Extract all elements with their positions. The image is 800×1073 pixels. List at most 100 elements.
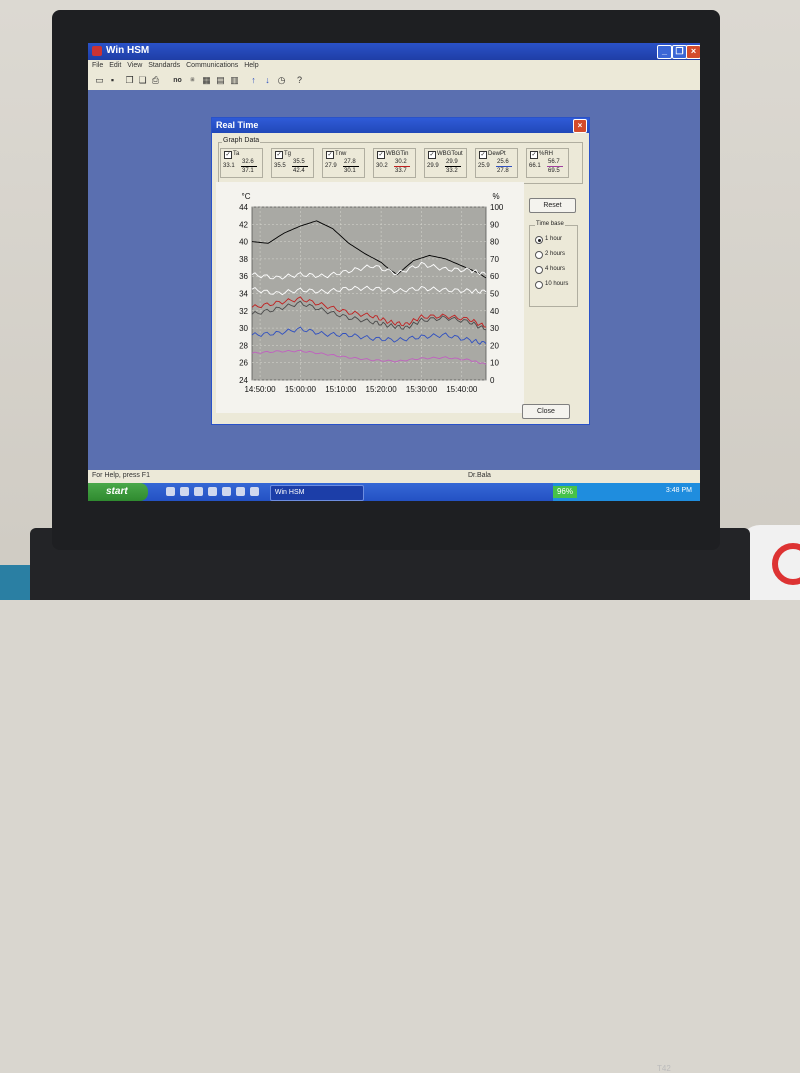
time-base-group: Time base 1 hour 2 hours 4 hours 10 hour… — [529, 221, 578, 307]
x-tick-label: 15:30:00 — [406, 385, 438, 394]
menu-communications[interactable]: Communications — [186, 62, 238, 69]
variable-checkbox[interactable]: ✓ — [275, 151, 283, 159]
y2-tick-label: 60 — [490, 272, 499, 281]
radio-2-hours[interactable] — [535, 251, 543, 259]
variable-name: WBGTout — [437, 151, 463, 157]
variable-min: 27.8 — [497, 168, 509, 174]
time-base-label: Time base — [535, 221, 565, 227]
realtime-chart: 24 26 28 30 32 34 36 38 40 42 44 0 10 20 30 40 50 60 70 80 9… — [216, 182, 524, 413]
y-tick-label: 30 — [239, 324, 248, 333]
variable-current: 29.9 — [427, 163, 439, 169]
copy-icon[interactable]: ❐ — [124, 75, 135, 86]
y-axis-unit: °C — [242, 192, 251, 201]
open-icon[interactable]: ▭ — [94, 75, 105, 86]
variable-name: Tg — [284, 151, 292, 157]
quicklaunch-icon[interactable] — [236, 487, 245, 496]
variable-checkbox[interactable]: ✓ — [224, 151, 232, 159]
radio-10-hours-label: 10 hours — [545, 281, 569, 287]
task-label: Win HSM — [274, 489, 305, 496]
quicklaunch-icon[interactable] — [194, 487, 203, 496]
variable-checkbox[interactable]: ✓ — [326, 151, 334, 159]
chart-icon[interactable]: ▤ — [215, 75, 226, 86]
variable-checkbox[interactable]: ✓ — [377, 151, 385, 159]
y2-tick-label: 50 — [490, 290, 499, 299]
paste-icon[interactable]: ❏ — [137, 75, 148, 86]
menu-view[interactable]: View — [127, 62, 142, 69]
y2-tick-label: 70 — [490, 255, 499, 264]
variable-swatch — [241, 166, 257, 167]
settings-icon[interactable]: ⊞ — [187, 75, 198, 86]
y-tick-label: 44 — [239, 203, 248, 212]
variable-name: %RH — [539, 151, 554, 157]
start-button[interactable]: start — [88, 483, 148, 501]
variable-box-pctrh: ✓ %RH 66.1 56.7 69.5 — [526, 148, 569, 178]
variable-min: 33.2 — [446, 168, 458, 174]
y-tick-label: 32 — [239, 307, 248, 316]
x-tick-label: 14:50:00 — [244, 385, 276, 394]
minimize-icon[interactable]: _ — [657, 45, 672, 59]
variable-min: 37.1 — [242, 168, 254, 174]
variable-name: Tnw — [335, 151, 347, 157]
variable-swatch — [343, 166, 359, 167]
restore-icon[interactable]: ❐ — [672, 45, 687, 59]
quicklaunch-icon[interactable] — [222, 487, 231, 496]
dialog-titlebar: Real Time × — [212, 118, 589, 133]
close-button[interactable]: Close — [522, 404, 570, 419]
toolbar: ▭ ▪ ❐ ❏ ⎙ no ⊞ ▦ ▤ ▥ ↑ ↓ ◷ ? — [88, 72, 700, 91]
print-icon[interactable]: ⎙ — [150, 75, 161, 86]
quicklaunch-icon[interactable] — [208, 487, 217, 496]
variable-min: 33.7 — [395, 168, 407, 174]
taskbar-item-winhsm[interactable]: Win HSM — [270, 485, 364, 501]
radio-1-hour[interactable] — [535, 236, 543, 244]
status-leds — [403, 534, 533, 544]
variable-max: 25.6 — [497, 159, 509, 165]
menu-standards[interactable]: Standards — [148, 62, 180, 69]
variable-name: DewPt — [488, 151, 506, 157]
clock-icon[interactable]: ◷ — [276, 75, 287, 86]
help-icon[interactable]: ? — [294, 75, 305, 86]
x-tick-label: 15:10:00 — [325, 385, 357, 394]
status-user: Dr.Bala — [468, 472, 491, 479]
variable-current: 35.5 — [274, 163, 286, 169]
x-tick-label: 15:00:00 — [285, 385, 317, 394]
variable-checkbox[interactable]: ✓ — [479, 151, 487, 159]
menu-edit[interactable]: Edit — [109, 62, 121, 69]
radio-4-hours[interactable] — [535, 266, 543, 274]
dialog-close-icon[interactable]: × — [573, 119, 587, 133]
graph-data-label: Graph Data — [222, 137, 261, 144]
quicklaunch-icon[interactable] — [250, 487, 259, 496]
y2-tick-label: 40 — [490, 307, 499, 316]
arrow-down-icon[interactable]: ↓ — [262, 75, 273, 86]
variable-current: 25.9 — [478, 163, 490, 169]
variable-checkbox[interactable]: ✓ — [530, 151, 538, 159]
quicklaunch-icon[interactable] — [166, 487, 175, 496]
no-icon[interactable]: no — [172, 75, 183, 86]
statusbar: For Help, press F1 Dr.Bala — [88, 470, 700, 483]
menu-help[interactable]: Help — [244, 62, 258, 69]
y-tick-label: 34 — [239, 290, 248, 299]
x-tick-label: 15:20:00 — [366, 385, 398, 394]
y-tick-label: 24 — [239, 376, 248, 385]
dialog-title: Real Time — [216, 120, 259, 130]
close-icon[interactable]: × — [686, 45, 700, 59]
reset-button[interactable]: Reset — [529, 198, 576, 213]
table-icon[interactable]: ▦ — [201, 75, 212, 86]
variable-box-wbgtout: ✓ WBGTout 29.9 29.9 33.2 — [424, 148, 467, 178]
variable-swatch — [445, 166, 461, 167]
menu-file[interactable]: File — [92, 62, 103, 69]
variable-min: 42.4 — [293, 168, 305, 174]
variable-current: 27.9 — [325, 163, 337, 169]
battery-indicator[interactable]: 96% — [553, 486, 577, 498]
variable-max: 29.9 — [446, 159, 458, 165]
variable-checkbox[interactable]: ✓ — [428, 151, 436, 159]
arrow-up-icon[interactable]: ↑ — [248, 75, 259, 86]
radio-2-hours-label: 2 hours — [545, 251, 566, 257]
quicklaunch-icon[interactable] — [180, 487, 189, 496]
list-icon[interactable]: ▥ — [229, 75, 240, 86]
y2-tick-label: 80 — [490, 238, 499, 247]
variable-name: WBGTin — [386, 151, 409, 157]
radio-10-hours[interactable] — [535, 281, 543, 289]
save-icon[interactable]: ▪ — [107, 75, 118, 86]
radio-1-hour-label: 1 hour — [545, 236, 563, 242]
app-titlebar: Win HSM _ ❐ × — [88, 43, 700, 60]
